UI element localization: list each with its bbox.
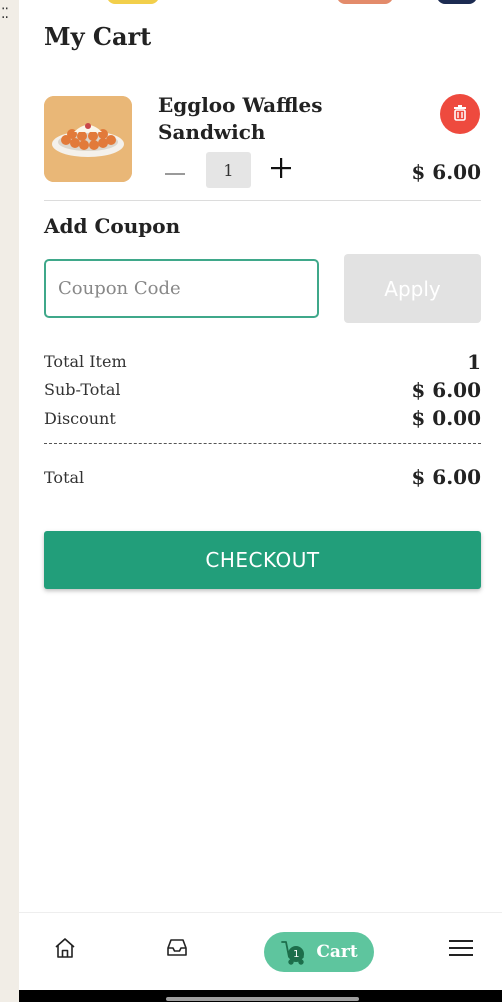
dashed-separator bbox=[44, 443, 481, 444]
top-peek-element bbox=[437, 0, 477, 4]
subtotal-label: Sub-Total bbox=[44, 380, 121, 399]
product-image bbox=[44, 96, 132, 182]
coupon-code-input[interactable] bbox=[44, 259, 319, 318]
top-peek-element bbox=[107, 0, 159, 4]
total-value: $ 6.00 bbox=[411, 465, 481, 489]
total-label: Total bbox=[44, 468, 85, 487]
nav-cart-label: Cart bbox=[316, 942, 358, 962]
delete-item-button[interactable] bbox=[440, 94, 480, 134]
trash-icon bbox=[451, 103, 469, 125]
plus-icon bbox=[271, 158, 291, 182]
discount-label: Discount bbox=[44, 409, 116, 428]
system-navigation-bar bbox=[19, 990, 502, 1002]
quantity-increase-button[interactable] bbox=[269, 158, 293, 182]
top-peek-element bbox=[337, 0, 393, 4]
total-item-value: 1 bbox=[467, 350, 481, 374]
item-price: $ 6.00 bbox=[411, 160, 481, 184]
quantity-value: 1 bbox=[206, 152, 251, 188]
discount-value: $ 0.00 bbox=[411, 406, 481, 430]
dots-icon: ⁚⁚ bbox=[1, 6, 9, 22]
coupon-heading: Add Coupon bbox=[44, 214, 181, 238]
nav-cart-button[interactable]: 1 Cart bbox=[264, 932, 374, 972]
checkout-button[interactable]: CHECKOUT bbox=[44, 531, 481, 589]
bottom-navigation: 1 Cart bbox=[19, 912, 502, 990]
product-name[interactable]: Eggloo Waffles Sandwich bbox=[158, 92, 358, 146]
subtotal-value: $ 6.00 bbox=[411, 378, 481, 402]
home-icon bbox=[53, 936, 77, 964]
nav-inbox-button[interactable] bbox=[164, 937, 190, 963]
app-screen: My Cart Eggloo Waffles Sandwich 1 $ 6.00… bbox=[19, 0, 502, 1002]
left-edge-strip: ⁚⁚ bbox=[0, 0, 19, 1002]
page-title: My Cart bbox=[44, 22, 152, 51]
menu-icon bbox=[449, 939, 473, 961]
nav-menu-button[interactable] bbox=[447, 937, 475, 963]
apply-coupon-button[interactable]: Apply bbox=[344, 254, 481, 323]
home-indicator[interactable] bbox=[166, 997, 359, 1001]
nav-home-button[interactable] bbox=[52, 937, 78, 963]
divider bbox=[44, 200, 481, 201]
total-item-label: Total Item bbox=[44, 352, 127, 371]
inbox-icon bbox=[166, 937, 188, 963]
quantity-decrease-button[interactable] bbox=[163, 158, 187, 182]
minus-icon bbox=[165, 161, 185, 180]
cart-icon: 1 bbox=[280, 938, 308, 966]
